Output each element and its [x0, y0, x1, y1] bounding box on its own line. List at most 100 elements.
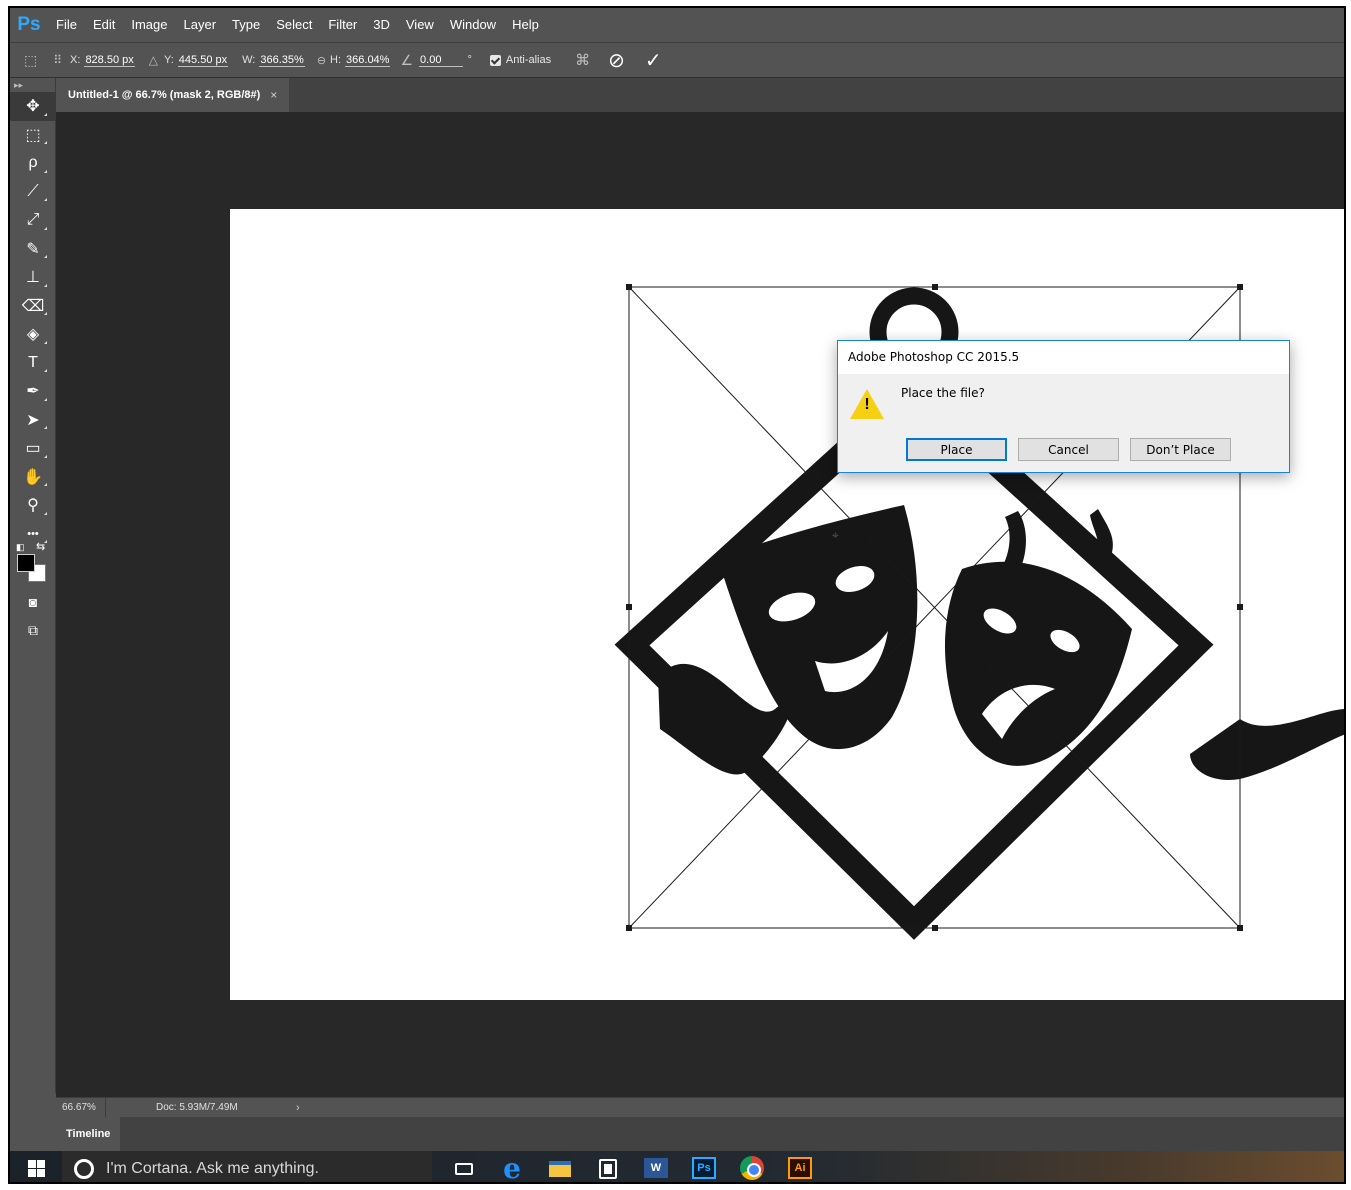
height-field[interactable]: H: 366.04% — [330, 54, 391, 67]
menu-layer[interactable]: Layer — [176, 8, 225, 42]
more-tools-icon: ••• — [27, 527, 39, 540]
tool-flyout-indicator — [44, 112, 47, 116]
y-position-field[interactable]: Y: 445.50 px — [164, 54, 229, 67]
dialog-message: Place the file? — [901, 386, 985, 400]
transform-tool-icon[interactable]: ⬚ — [24, 52, 37, 69]
hand-tool[interactable]: ✋ — [10, 463, 56, 492]
swap-colors-icon[interactable]: ⇆ — [36, 540, 45, 553]
word-icon: W — [644, 1157, 668, 1178]
type-tool-icon: T — [28, 353, 38, 371]
default-colors-icon[interactable]: ◧ — [16, 542, 25, 553]
edge-icon: e — [503, 1151, 521, 1184]
quick-mask-button[interactable]: ◙ — [10, 588, 56, 617]
zoom-tool[interactable]: ⚲ — [10, 491, 56, 520]
foreground-color-swatch[interactable] — [17, 554, 35, 572]
tool-flyout-indicator — [44, 141, 47, 144]
tools-panel: ▸▸ ✥ ⬚ ρ ⟋ ⤢ ✎ ⊥ ⌫ ◈ T ✒ ➤ ▭ ✋ ⚲ ••• ◧ ⇆ ◙ ⧉ — [10, 78, 56, 1093]
paint-bucket-tool[interactable]: ◈ — [10, 320, 56, 349]
menu-file[interactable]: File — [48, 8, 85, 42]
word-taskbar-button[interactable]: W — [632, 1151, 680, 1182]
rectangle-tool[interactable]: ▭ — [10, 434, 56, 463]
illustrator-taskbar-button[interactable]: Ai — [776, 1151, 824, 1182]
paint-bucket-tool-icon: ◈ — [26, 326, 40, 344]
document-canvas[interactable]: ⌖ — [230, 209, 1346, 1000]
file-explorer-icon — [549, 1160, 571, 1177]
y-label: Y: — [164, 54, 174, 66]
reference-point-icon: ⌖ — [832, 528, 839, 542]
photoshop-window: Ps File Edit Image Layer Type Select Fil… — [8, 6, 1346, 1184]
zoom-level-field[interactable]: 66.67% — [56, 1097, 106, 1118]
status-menu-arrow-icon[interactable]: › — [296, 1102, 300, 1114]
menu-view[interactable]: View — [398, 8, 442, 42]
menu-select[interactable]: Select — [268, 8, 320, 42]
place-file-dialog: Adobe Photoshop CC 2015.5 ! Place the fi… — [837, 340, 1290, 473]
edge-taskbar-button[interactable]: e — [488, 1151, 536, 1184]
marquee-tool[interactable]: ⬚ — [10, 121, 56, 150]
document-tab[interactable]: Untitled-1 @ 66.7% (mask 2, RGB/8#) × — [56, 78, 290, 112]
close-icon[interactable]: × — [270, 88, 277, 102]
transform-handle-bottom — [932, 925, 938, 931]
w-value[interactable]: 366.35% — [259, 54, 305, 67]
document-tab-title: Untitled-1 @ 66.7% (mask 2, RGB/8#) — [68, 89, 261, 101]
cancel-button[interactable]: Cancel — [1018, 438, 1119, 461]
timeline-tab[interactable]: Timeline — [56, 1117, 121, 1151]
warp-mode-icon[interactable]: ⌘ — [575, 51, 590, 69]
antialias-toggle[interactable]: Anti-alias — [489, 54, 551, 66]
h-label: H: — [330, 54, 342, 66]
task-view-button[interactable] — [440, 1151, 488, 1182]
canvas-area[interactable]: ⌖ — [56, 112, 1344, 1097]
quick-mask-icon: ◙ — [28, 594, 38, 611]
antialias-checkbox[interactable] — [489, 54, 501, 66]
hand-tool-icon: ✋ — [23, 468, 43, 486]
menu-type[interactable]: Type — [224, 8, 268, 42]
menu-edit[interactable]: Edit — [85, 8, 123, 42]
screen-mode-icon: ⧉ — [28, 622, 38, 639]
clone-stamp-tool[interactable]: ⊥ — [10, 263, 56, 292]
angle-icon: ∠ — [400, 51, 414, 68]
width-field[interactable]: W: 366.35% — [242, 54, 305, 67]
cortana-search-box[interactable]: I'm Cortana. Ask me anything. — [62, 1151, 432, 1182]
transform-handle-bottom-right — [1237, 925, 1243, 931]
x-position-field[interactable]: X: 828.50 px — [70, 54, 135, 67]
place-button[interactable]: Place — [906, 438, 1007, 461]
angle-value[interactable]: 0.00 — [419, 54, 464, 67]
pen-tool[interactable]: ✒ — [10, 377, 56, 406]
commit-transform-icon[interactable]: ✓ — [645, 48, 662, 73]
screen-mode-button[interactable]: ⧉ — [10, 617, 56, 646]
path-selection-tool[interactable]: ➤ — [10, 406, 56, 435]
transform-handle-top — [932, 284, 938, 290]
x-value[interactable]: 828.50 px — [84, 54, 135, 67]
lasso-tool[interactable]: ρ — [10, 149, 56, 178]
lasso-tool-icon: ρ — [28, 154, 38, 172]
cancel-transform-icon[interactable]: ⊘ — [608, 48, 625, 73]
eraser-tool[interactable]: ⌫ — [10, 292, 56, 321]
photoshop-taskbar-button[interactable]: Ps — [680, 1151, 728, 1182]
brush-tool[interactable]: ✎ — [10, 235, 56, 264]
link-icon[interactable]: ⊖ — [317, 54, 326, 67]
placed-artwork[interactable]: ⌖ — [230, 209, 1346, 1000]
store-taskbar-button[interactable] — [584, 1151, 632, 1182]
transform-handle-left — [626, 604, 632, 610]
y-value[interactable]: 445.50 px — [177, 54, 229, 67]
dont-place-button[interactable]: Don’t Place — [1130, 438, 1231, 461]
panel-collapse-icon[interactable]: ▸▸ — [10, 78, 55, 92]
eyedropper-tool[interactable]: ⤢ — [10, 206, 56, 235]
menu-image[interactable]: Image — [123, 8, 175, 42]
tool-flyout-indicator — [44, 511, 47, 515]
menu-window[interactable]: Window — [442, 8, 504, 42]
quick-selection-tool[interactable]: ⟋ — [10, 178, 56, 207]
h-value[interactable]: 366.04% — [345, 54, 391, 67]
file-explorer-taskbar-button[interactable] — [536, 1151, 584, 1182]
move-tool[interactable]: ✥ — [10, 92, 56, 121]
tool-flyout-indicator — [44, 426, 47, 429]
relative-position-icon[interactable]: △ — [149, 53, 158, 67]
reference-point-icon[interactable]: ⠿ — [53, 53, 62, 67]
menu-help[interactable]: Help — [504, 8, 547, 42]
menu-filter[interactable]: Filter — [320, 8, 365, 42]
tool-flyout-indicator — [44, 369, 47, 372]
rotate-angle-field[interactable]: ∠ 0.00 ° — [398, 52, 475, 69]
chrome-taskbar-button[interactable] — [728, 1151, 776, 1182]
menu-3d[interactable]: 3D — [365, 8, 398, 42]
start-button[interactable] — [10, 1151, 62, 1182]
type-tool[interactable]: T — [10, 349, 56, 378]
